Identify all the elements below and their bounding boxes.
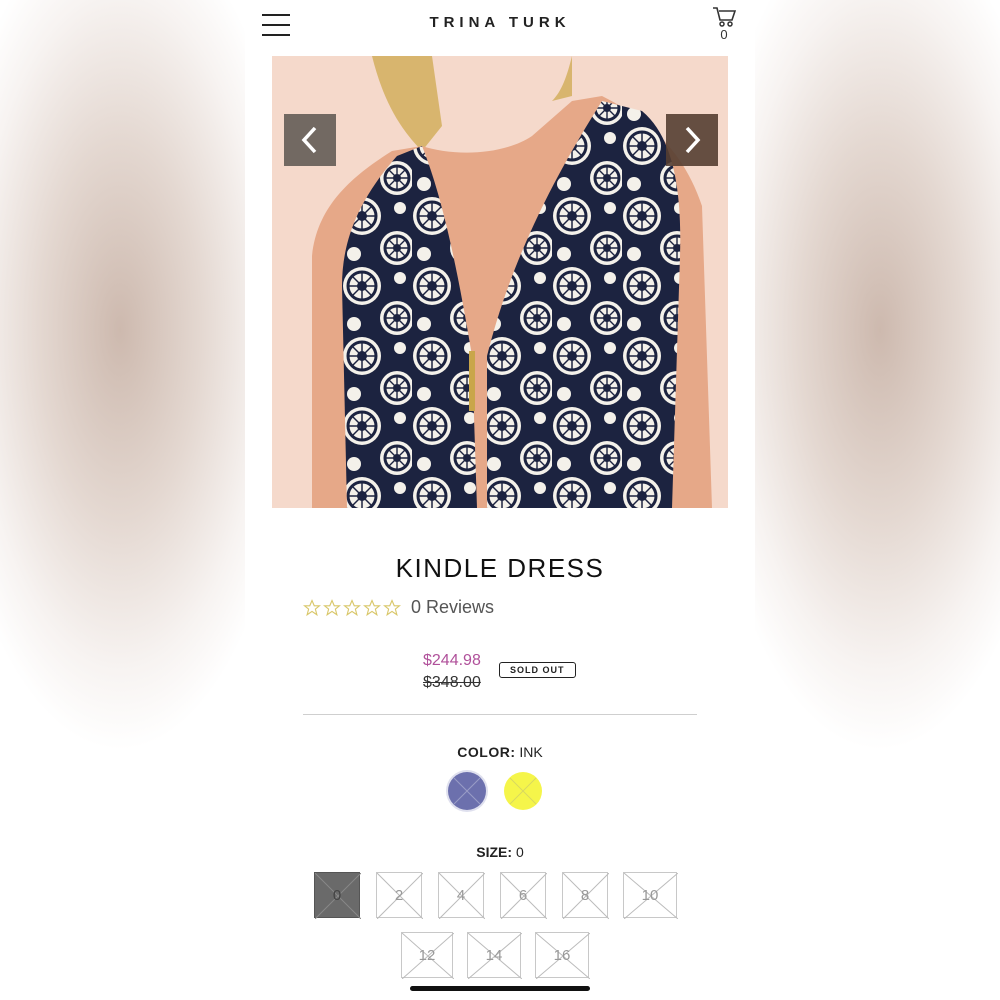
star-icon xyxy=(323,598,341,616)
dress-photo xyxy=(272,56,728,508)
size-option-label: 16 xyxy=(553,946,571,964)
size-option-label: 8 xyxy=(580,886,590,904)
unavailable-cross-icon xyxy=(509,777,537,805)
original-price: $348.00 xyxy=(423,674,481,691)
home-indicator[interactable] xyxy=(410,986,590,991)
product-image[interactable] xyxy=(272,56,728,508)
star-icon xyxy=(303,598,321,616)
star-icon xyxy=(383,598,401,616)
color-selected: INK xyxy=(519,744,543,760)
brand-logo[interactable]: TRINA TURK xyxy=(245,14,755,31)
size-option-label: 12 xyxy=(418,946,436,964)
star-icon xyxy=(363,598,381,616)
size-option-label: 0 xyxy=(332,886,342,904)
reviews-link[interactable]: 0 Reviews xyxy=(411,597,494,618)
cart-icon xyxy=(713,7,736,27)
phone-screen: TRINA TURK 0 KINDLE DRESS 0 Reviews $244… xyxy=(245,0,755,1000)
product-title: KINDLE DRESS xyxy=(395,553,605,583)
size-option-6[interactable]: 6 xyxy=(500,872,547,919)
size-option-14[interactable]: 14 xyxy=(467,932,522,979)
size-option-label: 4 xyxy=(456,886,466,904)
sold-out-badge: SOLD OUT xyxy=(499,662,576,678)
color-label-title: COLOR: xyxy=(457,744,516,760)
color-label: COLOR: INK xyxy=(245,744,755,760)
divider xyxy=(303,714,697,715)
size-option-label: 2 xyxy=(394,886,404,904)
background-right xyxy=(755,0,1000,1000)
sale-price: $244.98 xyxy=(423,652,481,669)
size-option-10[interactable]: 10 xyxy=(623,872,678,919)
gallery-prev-button[interactable] xyxy=(284,114,336,166)
size-option-0[interactable]: 0 xyxy=(314,872,361,919)
cart-button[interactable]: 0 xyxy=(711,6,737,41)
price-block: $244.98 $348.00 xyxy=(423,650,481,694)
size-label-title: SIZE: xyxy=(476,844,513,860)
chevron-left-icon xyxy=(301,126,317,154)
swatch-yellow[interactable] xyxy=(504,772,542,810)
star-rating xyxy=(303,598,401,617)
size-option-label: 14 xyxy=(485,946,503,964)
size-option-8[interactable]: 8 xyxy=(562,872,609,919)
unavailable-cross-icon xyxy=(453,777,481,805)
swatch-ink[interactable] xyxy=(448,772,486,810)
gallery-next-button[interactable] xyxy=(666,114,718,166)
size-option-label: 6 xyxy=(518,886,528,904)
size-option-12[interactable]: 12 xyxy=(401,932,454,979)
size-option-label: 10 xyxy=(641,886,659,904)
chevron-right-icon xyxy=(685,126,701,154)
size-option-16[interactable]: 16 xyxy=(535,932,590,979)
size-option-2[interactable]: 2 xyxy=(376,872,423,919)
star-icon xyxy=(343,598,361,616)
rating-row[interactable]: 0 Reviews xyxy=(303,597,494,618)
background-left xyxy=(0,0,245,1000)
size-option-4[interactable]: 4 xyxy=(438,872,485,919)
size-label: SIZE: 0 xyxy=(245,844,755,860)
size-selected: 0 xyxy=(515,844,524,860)
cart-count: 0 xyxy=(720,27,728,42)
